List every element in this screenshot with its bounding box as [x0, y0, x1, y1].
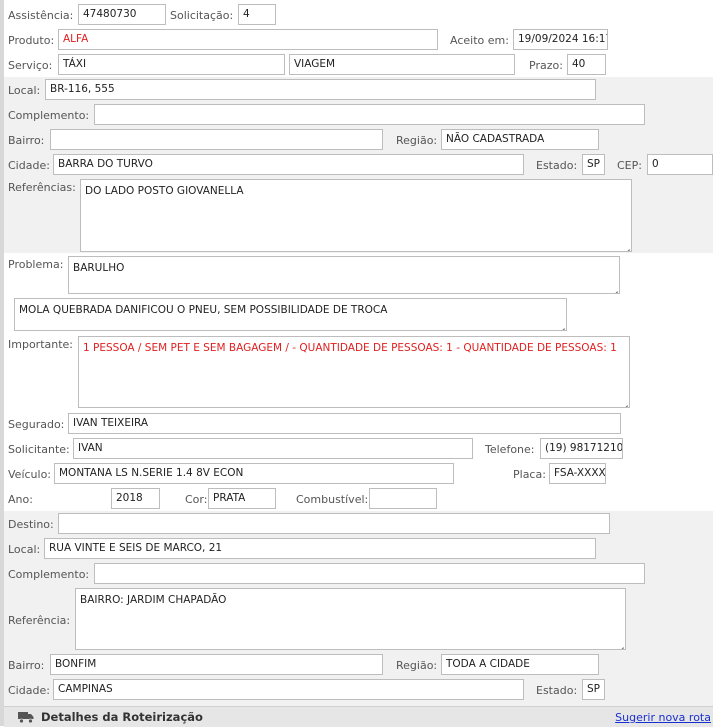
- telefone-label: Telefone:: [485, 443, 535, 456]
- roteirizacao-title: Detalhes da Roteirização: [41, 710, 203, 724]
- destino-estado-field[interactable]: SP: [582, 679, 605, 700]
- bairro-field[interactable]: [50, 129, 383, 150]
- destino-cidade-field[interactable]: CAMPINAS: [53, 679, 524, 700]
- placa-label: Placa:: [513, 468, 546, 481]
- destino-local-label: Local:: [8, 543, 41, 556]
- problema-text: BARULHO: [73, 262, 125, 274]
- regiao-label: Região:: [396, 134, 438, 147]
- destino-bairro-field[interactable]: BONFIM: [50, 654, 383, 675]
- produto-label: Produto:: [8, 34, 55, 47]
- segurado-label: Segurado:: [8, 418, 65, 431]
- veiculo-field[interactable]: MONTANA LS N.SERIE 1.4 8V ECON: [54, 463, 454, 484]
- destino-referencia-text: BAIRRO: JARDIM CHAPADÃO: [80, 594, 227, 606]
- destino-bairro-label: Bairro:: [8, 659, 45, 672]
- importante-text: 1 PESSOA / SEM PET E SEM BAGAGEM / - QUA…: [83, 342, 617, 354]
- combustivel-label: Combustível:: [296, 493, 369, 506]
- aceito-em-field[interactable]: 19/09/2024 16:17: [513, 29, 608, 50]
- problema-textarea[interactable]: BARULHO: [68, 256, 620, 294]
- telefone-field[interactable]: (19) 981712102: [540, 438, 623, 459]
- destino-complemento-field[interactable]: [94, 563, 645, 584]
- cidade-field[interactable]: BARRA DO TURVO: [53, 154, 524, 175]
- aceito-em-label: Aceito em:: [450, 34, 509, 47]
- produto-field[interactable]: ALFA: [58, 29, 438, 50]
- solicitacao-label: Solicitação:: [170, 9, 234, 22]
- referencias-textarea[interactable]: DO LADO POSTO GIOVANELLA: [80, 179, 632, 252]
- resize-grip-icon[interactable]: [616, 640, 624, 648]
- prazo-field[interactable]: 40: [567, 54, 606, 75]
- resize-grip-icon[interactable]: [622, 242, 630, 250]
- local-label: Local:: [8, 84, 41, 97]
- cep-field[interactable]: 0: [647, 154, 713, 175]
- destino-local-field[interactable]: RUA VINTE E SEIS DE MARCO, 21: [44, 538, 596, 559]
- destino-complemento-label: Complemento:: [8, 568, 90, 581]
- estado-label: Estado:: [536, 159, 578, 172]
- veiculo-label: Veículo:: [8, 468, 52, 481]
- combustivel-field[interactable]: [369, 488, 437, 509]
- problema-label: Problema:: [8, 258, 64, 271]
- referencias-text: DO LADO POSTO GIOVANELLA: [85, 185, 244, 197]
- servico-tipo-field[interactable]: VIAGEM: [289, 54, 515, 75]
- cor-field[interactable]: PRATA: [208, 488, 276, 509]
- bairro-label: Bairro:: [8, 134, 45, 147]
- resize-grip-icon[interactable]: [557, 321, 565, 329]
- local-field[interactable]: BR-116, 555: [45, 79, 596, 100]
- ano-label: Ano:: [8, 493, 33, 506]
- placa-field[interactable]: FSA-XXXX: [549, 463, 606, 484]
- complemento-field[interactable]: [94, 104, 645, 125]
- resize-grip-icon[interactable]: [620, 398, 628, 406]
- destino-regiao-label: Região:: [396, 659, 438, 672]
- cep-label: CEP:: [617, 159, 642, 172]
- estado-field[interactable]: SP: [582, 154, 605, 175]
- resize-grip-icon[interactable]: [610, 284, 618, 292]
- destino-referencia-textarea[interactable]: BAIRRO: JARDIM CHAPADÃO: [75, 588, 626, 650]
- destino-label: Destino:: [8, 518, 54, 531]
- sugerir-nova-rota-link[interactable]: Sugerir nova rota: [615, 711, 711, 724]
- segurado-field[interactable]: IVAN TEIXEIRA: [68, 413, 621, 434]
- importante-label: Importante:: [8, 338, 74, 351]
- cor-label: Cor:: [185, 493, 208, 506]
- assistencia-field[interactable]: 47480730: [78, 4, 166, 25]
- truck-icon: [18, 712, 34, 724]
- roteirizacao-header: Detalhes da Roteirização Sugerir nova ro…: [4, 706, 713, 727]
- solicitante-field[interactable]: IVAN: [73, 438, 473, 459]
- destino-estado-label: Estado:: [536, 684, 578, 697]
- ano-field[interactable]: 2018: [111, 488, 160, 509]
- cidade-label: Cidade:: [8, 159, 50, 172]
- assistencia-label: Assistência:: [8, 9, 74, 22]
- prazo-label: Prazo:: [529, 59, 563, 72]
- servico-label: Serviço:: [8, 59, 53, 72]
- importante-textarea[interactable]: 1 PESSOA / SEM PET E SEM BAGAGEM / - QUA…: [78, 336, 630, 408]
- solicitante-label: Solicitante:: [8, 443, 70, 456]
- problema-detalhe-text: MOLA QUEBRADA DANIFICOU O PNEU, SEM POSS…: [19, 304, 388, 316]
- destino-field[interactable]: [58, 513, 610, 534]
- solicitacao-field[interactable]: 4: [238, 4, 276, 25]
- destino-cidade-label: Cidade:: [8, 684, 50, 697]
- problema-detalhe-textarea[interactable]: MOLA QUEBRADA DANIFICOU O PNEU, SEM POSS…: [14, 298, 567, 331]
- destino-referencia-label: Referência:: [8, 614, 71, 627]
- servico-field[interactable]: TÁXI: [58, 54, 285, 75]
- destino-regiao-field[interactable]: TODA A CIDADE: [441, 654, 599, 675]
- complemento-label: Complemento:: [8, 109, 90, 122]
- regiao-field[interactable]: NÃO CADASTRADA: [441, 129, 599, 150]
- referencias-label: Referências:: [8, 181, 76, 194]
